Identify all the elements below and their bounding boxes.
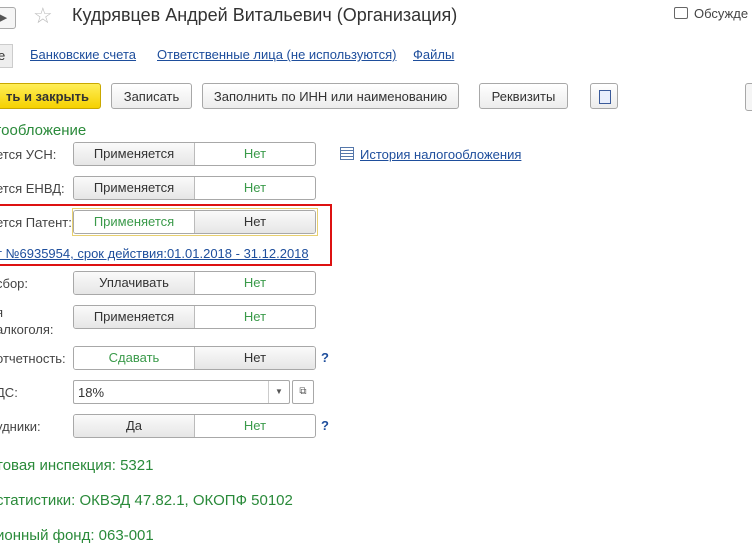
- open-icon[interactable]: ⧉: [292, 380, 314, 404]
- statistics-link[interactable]: статистики: ОКВЭД 47.82.1, ОКОПФ 50102: [0, 492, 293, 509]
- employees-help-icon[interactable]: ?: [321, 418, 329, 433]
- reporting-label: отчетность:: [0, 351, 66, 366]
- alcohol-label-line1: я: [0, 305, 3, 320]
- tab-responsible-persons[interactable]: Ответственные лица (не используются): [157, 47, 396, 62]
- favorite-star-icon[interactable]: ☆: [33, 3, 53, 29]
- usn-toggle[interactable]: Применяется Нет: [73, 142, 316, 166]
- reporting-option-submit[interactable]: Сдавать: [74, 347, 195, 369]
- reporting-toggle[interactable]: Сдавать Нет: [73, 346, 316, 370]
- tab-bank-accounts[interactable]: Банковские счета: [30, 47, 136, 62]
- save-button[interactable]: Записать: [111, 83, 192, 109]
- tax-history-label: История налогообложения: [360, 147, 522, 162]
- print-button[interactable]: [590, 83, 618, 109]
- tab-main[interactable]: е: [0, 44, 13, 68]
- envd-toggle[interactable]: Применяется Нет: [73, 176, 316, 200]
- envd-label: ется ЕНВД:: [0, 181, 65, 196]
- vat-value: 18%: [78, 385, 105, 400]
- employees-label: удники:: [0, 419, 41, 434]
- reporting-option-no[interactable]: Нет: [195, 347, 315, 369]
- document-icon: [599, 90, 611, 104]
- trade-fee-option-no[interactable]: Нет: [195, 272, 315, 294]
- page-title: Кудрявцев Андрей Витальевич (Организация…: [72, 5, 458, 25]
- discuss-button[interactable]: Обсужде: [674, 6, 748, 21]
- pension-fund-link[interactable]: ионный фонд: 063-001: [0, 527, 154, 544]
- alcohol-label-line2: алкоголя:: [0, 322, 54, 337]
- list-icon: [340, 147, 354, 160]
- envd-option-applies[interactable]: Применяется: [74, 177, 195, 199]
- taxation-section-title: гообложение: [0, 122, 87, 139]
- details-button[interactable]: Реквизиты: [479, 83, 568, 109]
- patent-option-applies[interactable]: Применяется: [74, 211, 195, 233]
- patent-toggle[interactable]: Применяется Нет: [73, 210, 316, 234]
- alcohol-toggle[interactable]: Применяется Нет: [73, 305, 316, 329]
- tab-files[interactable]: Файлы: [413, 47, 454, 62]
- usn-label: ется УСН:: [0, 147, 57, 162]
- employees-toggle[interactable]: Да Нет: [73, 414, 316, 438]
- back-button[interactable]: ▶: [0, 7, 16, 29]
- vat-select[interactable]: 18% ▼: [73, 380, 290, 404]
- employees-option-yes[interactable]: Да: [74, 415, 195, 437]
- vat-label: ДС:: [0, 385, 18, 400]
- more-button[interactable]: [745, 83, 752, 111]
- employees-option-no[interactable]: Нет: [195, 415, 315, 437]
- patent-label: ется Патент:: [0, 215, 72, 230]
- alcohol-option-applies[interactable]: Применяется: [74, 306, 195, 328]
- usn-option-applies[interactable]: Применяется: [74, 143, 195, 165]
- tax-history-link[interactable]: История налогообложения: [340, 147, 521, 162]
- envd-option-no[interactable]: Нет: [195, 177, 315, 199]
- discuss-label: Обсужде: [694, 6, 749, 21]
- discuss-icon: [674, 7, 688, 19]
- save-and-close-button[interactable]: ть и закрыть: [0, 83, 101, 109]
- alcohol-option-no[interactable]: Нет: [195, 306, 315, 328]
- fill-by-inn-button[interactable]: Заполнить по ИНН или наименованию: [202, 83, 459, 109]
- tax-inspection-link[interactable]: товая инспекция: 5321: [0, 457, 153, 474]
- patent-option-no[interactable]: Нет: [195, 211, 315, 233]
- trade-fee-label: сбор:: [0, 276, 29, 291]
- trade-fee-toggle[interactable]: Уплачивать Нет: [73, 271, 316, 295]
- chevron-down-icon[interactable]: ▼: [268, 381, 289, 403]
- usn-option-no[interactable]: Нет: [195, 143, 315, 165]
- patent-link[interactable]: т №6935954, срок действия:01.01.2018 - 3…: [0, 246, 309, 261]
- trade-fee-option-pay[interactable]: Уплачивать: [74, 272, 195, 294]
- reporting-help-icon[interactable]: ?: [321, 350, 329, 365]
